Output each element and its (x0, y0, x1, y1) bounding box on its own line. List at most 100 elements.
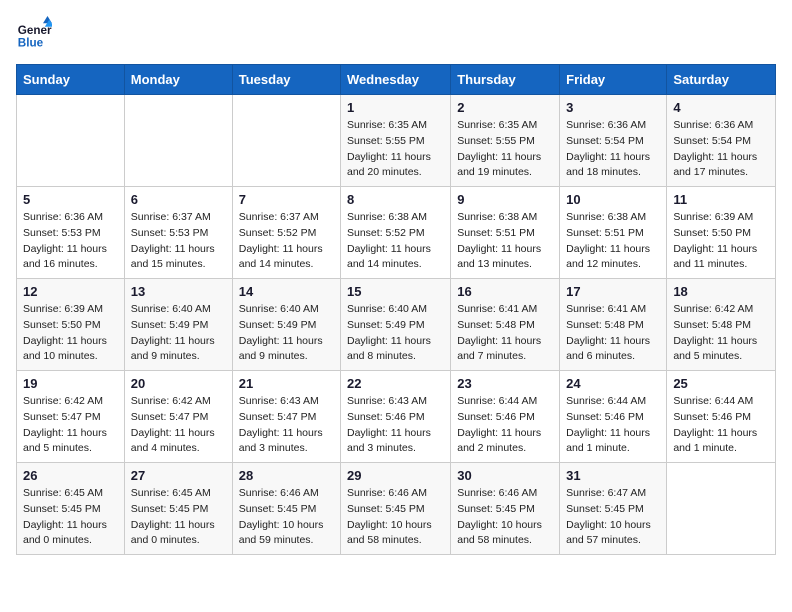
calendar-day-1: 1 Sunrise: 6:35 AMSunset: 5:55 PMDaylight… (341, 95, 451, 187)
weekday-header-wednesday: Wednesday (341, 65, 451, 95)
calendar-day-11: 11 Sunrise: 6:39 AMSunset: 5:50 PMDayligh… (667, 187, 776, 279)
weekday-header-saturday: Saturday (667, 65, 776, 95)
calendar-day-18: 18 Sunrise: 6:42 AMSunset: 5:48 PMDayligh… (667, 279, 776, 371)
day-number: 17 (566, 284, 660, 299)
logo-icon: General Blue (16, 16, 52, 52)
weekday-header-row: SundayMondayTuesdayWednesdayThursdayFrid… (17, 65, 776, 95)
day-number: 3 (566, 100, 660, 115)
page-header: General Blue (16, 16, 776, 52)
day-number: 21 (239, 376, 334, 391)
day-number: 30 (457, 468, 553, 483)
day-info: Sunrise: 6:41 AMSunset: 5:48 PMDaylight:… (566, 302, 660, 365)
weekday-header-friday: Friday (560, 65, 667, 95)
day-number: 26 (23, 468, 118, 483)
calendar-day-3: 3 Sunrise: 6:36 AMSunset: 5:54 PMDaylight… (560, 95, 667, 187)
calendar-day-12: 12 Sunrise: 6:39 AMSunset: 5:50 PMDayligh… (17, 279, 125, 371)
weekday-header-tuesday: Tuesday (232, 65, 340, 95)
day-number: 2 (457, 100, 553, 115)
calendar-day-8: 8 Sunrise: 6:38 AMSunset: 5:52 PMDaylight… (341, 187, 451, 279)
day-number: 24 (566, 376, 660, 391)
day-info: Sunrise: 6:40 AMSunset: 5:49 PMDaylight:… (347, 302, 444, 365)
day-info: Sunrise: 6:43 AMSunset: 5:47 PMDaylight:… (239, 394, 334, 457)
day-info: Sunrise: 6:44 AMSunset: 5:46 PMDaylight:… (673, 394, 769, 457)
calendar-day-9: 9 Sunrise: 6:38 AMSunset: 5:51 PMDaylight… (451, 187, 560, 279)
calendar-day-21: 21 Sunrise: 6:43 AMSunset: 5:47 PMDayligh… (232, 371, 340, 463)
calendar-day-15: 15Sunrise: 6:40 AMSunset: 5:49 PMDayligh… (341, 279, 451, 371)
day-info: Sunrise: 6:46 AMSunset: 5:45 PMDaylight:… (347, 486, 444, 549)
day-number: 13 (131, 284, 226, 299)
day-number: 8 (347, 192, 444, 207)
calendar-day-23: 23Sunrise: 6:44 AMSunset: 5:46 PMDayligh… (451, 371, 560, 463)
day-number: 22 (347, 376, 444, 391)
day-info: Sunrise: 6:37 AMSunset: 5:53 PMDaylight:… (131, 210, 226, 273)
svg-text:Blue: Blue (18, 37, 44, 50)
day-number: 14 (239, 284, 334, 299)
day-info: Sunrise: 6:45 AMSunset: 5:45 PMDaylight:… (23, 486, 118, 549)
day-number: 6 (131, 192, 226, 207)
empty-day-cell (667, 463, 776, 555)
calendar-week-row: 19 Sunrise: 6:42 AMSunset: 5:47 PMDayligh… (17, 371, 776, 463)
day-info: Sunrise: 6:35 AMSunset: 5:55 PMDaylight:… (347, 118, 444, 181)
calendar-week-row: 26 Sunrise: 6:45 AMSunset: 5:45 PMDayligh… (17, 463, 776, 555)
day-number: 5 (23, 192, 118, 207)
day-number: 9 (457, 192, 553, 207)
calendar-day-30: 30Sunrise: 6:46 AMSunset: 5:45 PMDayligh… (451, 463, 560, 555)
day-info: Sunrise: 6:47 AMSunset: 5:45 PMDaylight:… (566, 486, 660, 549)
day-info: Sunrise: 6:38 AMSunset: 5:52 PMDaylight:… (347, 210, 444, 273)
calendar-day-17: 17 Sunrise: 6:41 AMSunset: 5:48 PMDayligh… (560, 279, 667, 371)
day-number: 4 (673, 100, 769, 115)
calendar-week-row: 12 Sunrise: 6:39 AMSunset: 5:50 PMDayligh… (17, 279, 776, 371)
day-info: Sunrise: 6:40 AMSunset: 5:49 PMDaylight:… (239, 302, 334, 365)
day-info: Sunrise: 6:37 AMSunset: 5:52 PMDaylight:… (239, 210, 334, 273)
day-info: Sunrise: 6:38 AMSunset: 5:51 PMDaylight:… (457, 210, 553, 273)
calendar-day-10: 10 Sunrise: 6:38 AMSunset: 5:51 PMDayligh… (560, 187, 667, 279)
day-info: Sunrise: 6:36 AMSunset: 5:54 PMDaylight:… (673, 118, 769, 181)
weekday-header-monday: Monday (124, 65, 232, 95)
calendar-week-row: 5Sunrise: 6:36 AMSunset: 5:53 PMDaylight… (17, 187, 776, 279)
day-info: Sunrise: 6:45 AMSunset: 5:45 PMDaylight:… (131, 486, 226, 549)
day-info: Sunrise: 6:39 AMSunset: 5:50 PMDaylight:… (23, 302, 118, 365)
day-info: Sunrise: 6:35 AMSunset: 5:55 PMDaylight:… (457, 118, 553, 181)
day-number: 1 (347, 100, 444, 115)
day-info: Sunrise: 6:41 AMSunset: 5:48 PMDaylight:… (457, 302, 553, 365)
calendar-day-24: 24 Sunrise: 6:44 AMSunset: 5:46 PMDayligh… (560, 371, 667, 463)
day-info: Sunrise: 6:44 AMSunset: 5:46 PMDaylight:… (566, 394, 660, 457)
calendar-day-31: 31 Sunrise: 6:47 AMSunset: 5:45 PMDayligh… (560, 463, 667, 555)
day-number: 31 (566, 468, 660, 483)
day-number: 19 (23, 376, 118, 391)
calendar-day-29: 29 Sunrise: 6:46 AMSunset: 5:45 PMDayligh… (341, 463, 451, 555)
day-number: 28 (239, 468, 334, 483)
day-number: 25 (673, 376, 769, 391)
calendar-week-row: 1 Sunrise: 6:35 AMSunset: 5:55 PMDaylight… (17, 95, 776, 187)
empty-day-cell (124, 95, 232, 187)
day-number: 20 (131, 376, 226, 391)
calendar-day-20: 20 Sunrise: 6:42 AMSunset: 5:47 PMDayligh… (124, 371, 232, 463)
calendar-day-2: 2 Sunrise: 6:35 AMSunset: 5:55 PMDaylight… (451, 95, 560, 187)
calendar-day-4: 4 Sunrise: 6:36 AMSunset: 5:54 PMDaylight… (667, 95, 776, 187)
day-info: Sunrise: 6:42 AMSunset: 5:47 PMDaylight:… (23, 394, 118, 457)
day-number: 11 (673, 192, 769, 207)
day-number: 29 (347, 468, 444, 483)
day-info: Sunrise: 6:36 AMSunset: 5:54 PMDaylight:… (566, 118, 660, 181)
day-number: 16 (457, 284, 553, 299)
day-number: 18 (673, 284, 769, 299)
calendar-day-19: 19 Sunrise: 6:42 AMSunset: 5:47 PMDayligh… (17, 371, 125, 463)
calendar-table: SundayMondayTuesdayWednesdayThursdayFrid… (16, 64, 776, 555)
weekday-header-sunday: Sunday (17, 65, 125, 95)
day-number: 12 (23, 284, 118, 299)
calendar-day-14: 14 Sunrise: 6:40 AMSunset: 5:49 PMDayligh… (232, 279, 340, 371)
day-number: 10 (566, 192, 660, 207)
day-info: Sunrise: 6:42 AMSunset: 5:47 PMDaylight:… (131, 394, 226, 457)
day-number: 7 (239, 192, 334, 207)
calendar-day-16: 16 Sunrise: 6:41 AMSunset: 5:48 PMDayligh… (451, 279, 560, 371)
day-info: Sunrise: 6:39 AMSunset: 5:50 PMDaylight:… (673, 210, 769, 273)
day-info: Sunrise: 6:42 AMSunset: 5:48 PMDaylight:… (673, 302, 769, 365)
calendar-day-13: 13Sunrise: 6:40 AMSunset: 5:49 PMDayligh… (124, 279, 232, 371)
calendar-day-22: 22Sunrise: 6:43 AMSunset: 5:46 PMDayligh… (341, 371, 451, 463)
calendar-day-6: 6 Sunrise: 6:37 AMSunset: 5:53 PMDaylight… (124, 187, 232, 279)
day-info: Sunrise: 6:38 AMSunset: 5:51 PMDaylight:… (566, 210, 660, 273)
day-number: 27 (131, 468, 226, 483)
calendar-day-27: 27 Sunrise: 6:45 AMSunset: 5:45 PMDayligh… (124, 463, 232, 555)
calendar-day-28: 28Sunrise: 6:46 AMSunset: 5:45 PMDayligh… (232, 463, 340, 555)
weekday-header-thursday: Thursday (451, 65, 560, 95)
